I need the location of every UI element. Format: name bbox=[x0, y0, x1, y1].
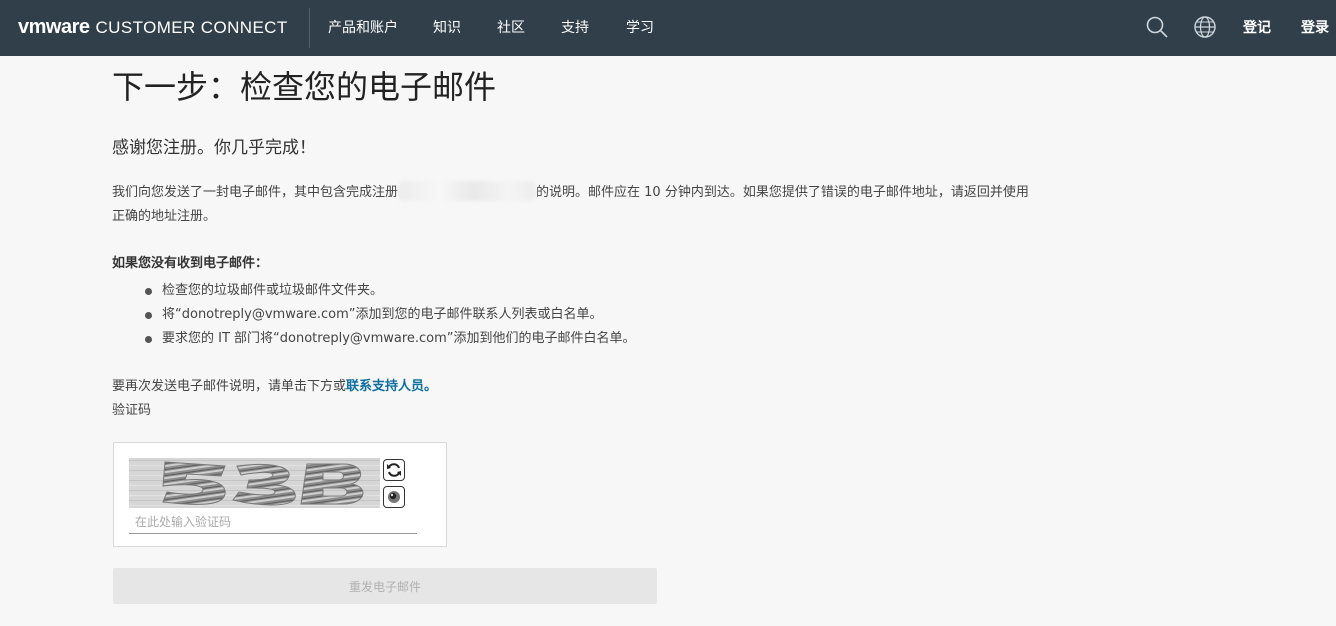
captcha-image bbox=[129, 458, 380, 508]
nav-item-knowledge[interactable]: 知识 bbox=[433, 17, 461, 37]
vmware-logo[interactable]: vmware CUSTOMER CONNECT bbox=[18, 16, 288, 40]
page-title: 下一步：检查您的电子邮件 bbox=[112, 68, 497, 106]
resend-instructions: 要再次发送电子邮件说明，请单击下方或联系支持人员。 bbox=[112, 375, 437, 399]
captcha-label: 验证码 bbox=[112, 403, 152, 418]
resend-email-button[interactable]: 重发电子邮件 bbox=[113, 568, 657, 604]
nav-item-support[interactable]: 支持 bbox=[561, 17, 589, 37]
brand-name: CUSTOMER CONNECT bbox=[95, 18, 288, 37]
top-navigation-bar: vmware CUSTOMER CONNECT 产品和账户 知识 社区 支持 学… bbox=[0, 0, 1336, 56]
audio-icon bbox=[388, 491, 400, 503]
list-item: 检查您的垃圾邮件或垃圾邮件文件夹。 bbox=[112, 279, 636, 303]
nav-item-learning[interactable]: 学习 bbox=[626, 17, 654, 37]
captcha-widget bbox=[113, 442, 447, 547]
nav-item-products-accounts[interactable]: 产品和账户 bbox=[328, 17, 398, 37]
nav-item-community[interactable]: 社区 bbox=[497, 17, 525, 37]
nav-divider bbox=[309, 8, 310, 48]
globe-icon[interactable] bbox=[1193, 15, 1217, 39]
contact-support-link[interactable]: 联系支持人员。 bbox=[346, 379, 437, 394]
register-link[interactable]: 登记 bbox=[1243, 17, 1271, 37]
thank-you-message: 感谢您注册。你几乎完成！ bbox=[112, 138, 316, 158]
description-text-part-1: 我们向您发送了一封电子邮件，其中包含完成注册 bbox=[112, 185, 399, 200]
resend-instructions-text: 要再次发送电子邮件说明，请单击下方或 bbox=[112, 379, 347, 394]
troubleshooting-list: 检查您的垃圾邮件或垃圾邮件文件夹。 将“donotreply@vmware.co… bbox=[112, 279, 636, 351]
captcha-input[interactable] bbox=[129, 510, 417, 534]
email-sent-description: 我们向您发送了一封电子邮件，其中包含完成注册 的说明。邮件应在 10 分钟内到达。… bbox=[112, 181, 1032, 229]
not-received-heading: 如果您没有收到电子邮件： bbox=[112, 256, 269, 271]
login-link[interactable]: 登录 bbox=[1301, 17, 1329, 37]
list-item: 将“donotreply@vmware.com”添加到您的电子邮件联系人列表或白… bbox=[112, 303, 636, 327]
refresh-icon bbox=[387, 463, 401, 477]
refresh-captcha-button[interactable] bbox=[383, 459, 405, 481]
search-icon[interactable] bbox=[1145, 15, 1169, 39]
list-item: 要求您的 IT 部门将“donotreply@vmware.com”添加到他们的… bbox=[112, 327, 636, 351]
brand-logo-text: vmware bbox=[18, 16, 90, 38]
redacted-email bbox=[398, 181, 537, 201]
audio-captcha-button[interactable] bbox=[383, 486, 405, 508]
